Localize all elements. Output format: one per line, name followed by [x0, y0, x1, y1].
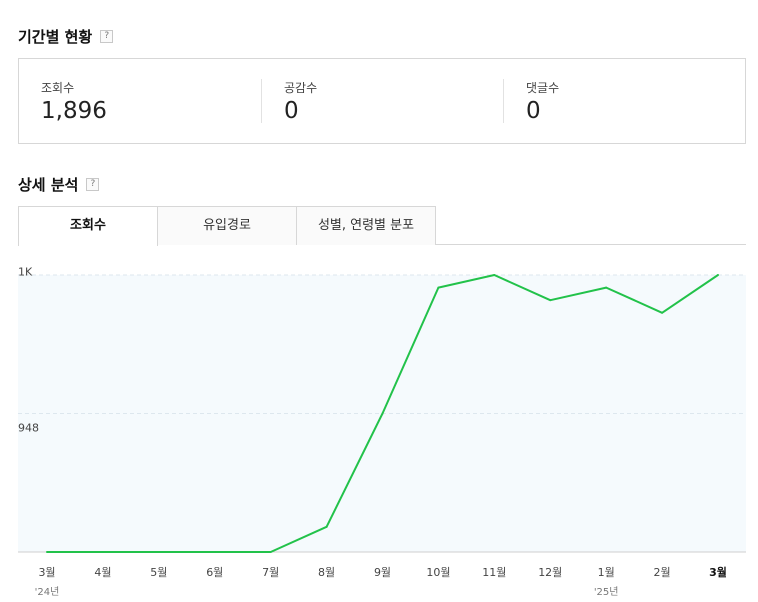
divider — [261, 79, 262, 123]
stat-views: 조회수 1,896 — [41, 79, 107, 125]
stat-label: 조회수 — [41, 81, 75, 95]
detail-section-title: 상세 분석 ? — [18, 174, 100, 195]
x-tick-label: 3월 — [38, 566, 55, 579]
x-tick-label: 2월 — [654, 566, 671, 579]
period-section-title: 기간별 현황 ? — [18, 26, 114, 47]
x-tick-label: 9월 — [374, 566, 391, 579]
stat-label: 공감수 — [284, 81, 318, 95]
stat-value: 1,896 — [41, 98, 107, 124]
help-icon[interactable]: ? — [100, 30, 114, 43]
summary-box: 조회수 1,896 공감수 0 댓글수 0 — [18, 58, 746, 144]
data-point — [605, 286, 608, 289]
stat-label: 댓글수 — [526, 81, 560, 95]
data-point — [46, 551, 48, 553]
data-point — [157, 551, 160, 553]
divider — [503, 79, 504, 123]
x-tick-label: 1월 — [598, 566, 615, 579]
x-tick-label: 7월 — [262, 566, 279, 579]
views-line-chart: 948 1K 3월 4월 5월 6월 7월 8월 9월 10월 11월 12월 1월 2월 3월 '24년 '2… — [18, 266, 746, 598]
stat-value: 0 — [526, 98, 541, 124]
detail-title-text: 상세 분석 — [18, 176, 79, 194]
x-tick-label: 6월 — [206, 566, 223, 579]
stat-comments: 댓글수 0 — [526, 79, 559, 125]
period-title-text: 기간별 현황 — [18, 28, 93, 46]
data-point — [549, 299, 552, 302]
data-point — [381, 412, 384, 415]
data-point — [437, 286, 440, 289]
help-icon[interactable]: ? — [86, 178, 100, 191]
y-tick-label: 948 — [18, 422, 39, 435]
stat-value: 0 — [284, 98, 299, 124]
tab-traffic-source[interactable]: 유입경로 — [157, 206, 297, 245]
analysis-tabs: 조회수 유입경로 성별, 연령별 분포 — [18, 206, 746, 246]
tab-views[interactable]: 조회수 — [18, 206, 158, 246]
data-point — [661, 311, 664, 314]
x-tick-label: 3월 — [709, 565, 727, 579]
x-tick-label: 10월 — [426, 566, 450, 579]
x-tick-label: 12월 — [538, 566, 562, 579]
data-point — [325, 525, 328, 528]
data-point — [493, 274, 496, 276]
x-tick-label: 11월 — [482, 566, 506, 579]
x-tick-label: 8월 — [318, 566, 335, 579]
data-point — [269, 551, 272, 553]
year-label: '25년 — [594, 586, 619, 598]
tab-gender-age[interactable]: 성별, 연령별 분포 — [296, 206, 436, 245]
stat-likes: 공감수 0 — [284, 79, 317, 125]
data-point — [717, 274, 719, 276]
x-tick-label: 4월 — [94, 566, 111, 579]
y-tick-label: 1K — [18, 266, 33, 279]
year-label: '24년 — [35, 586, 60, 598]
data-point — [101, 551, 104, 553]
x-tick-label: 5월 — [150, 566, 167, 579]
data-point — [213, 551, 216, 553]
